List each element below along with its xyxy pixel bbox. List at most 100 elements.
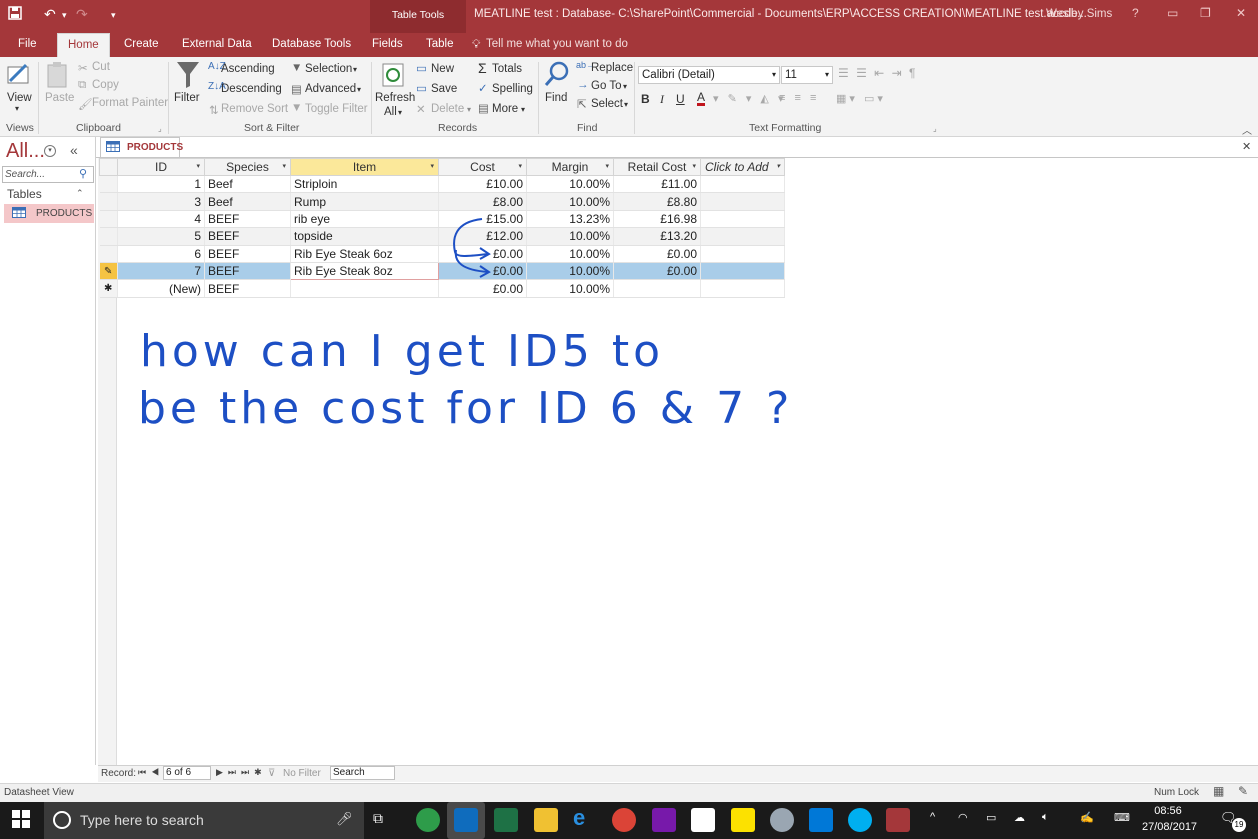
cell-cost[interactable]: £8.00	[438, 192, 527, 211]
spelling-button[interactable]: Spelling	[492, 83, 533, 95]
cell-empty[interactable]	[700, 192, 785, 211]
cell-margin[interactable]: 10.00%	[526, 279, 614, 298]
nav-pane-header[interactable]: All...	[6, 140, 45, 163]
new-record-button[interactable]: New	[431, 63, 454, 75]
font-name-combo[interactable]: Calibri (Detail) ▾	[638, 66, 780, 84]
column-dropdown-icon[interactable]: ▾	[605, 162, 609, 170]
customize-toolbar-icon[interactable]: ▾	[111, 10, 116, 21]
column-dropdown-icon[interactable]: ▾	[518, 162, 522, 170]
record-selector[interactable]	[99, 192, 118, 211]
replace-button[interactable]: Replace	[591, 62, 633, 74]
undo-icon[interactable]: ↶	[44, 6, 56, 23]
tab-database-tools[interactable]: Database Tools	[262, 33, 361, 57]
show-hidden-icons[interactable]: ^	[930, 811, 935, 823]
onedrive-icon[interactable]: ☁	[1014, 811, 1025, 824]
select-icon[interactable]: ⇱	[577, 97, 587, 111]
new-record-icon[interactable]: ▭	[416, 61, 427, 75]
cell-margin[interactable]: 10.00%	[526, 175, 614, 194]
ribbon-display-icon[interactable]: ▭	[1167, 6, 1178, 20]
cell-empty[interactable]	[700, 245, 785, 263]
cell-cost[interactable]: £0.00	[438, 262, 527, 281]
tab-fields[interactable]: Fields	[362, 33, 413, 57]
first-prev-record-icons[interactable]: ⏮◀	[138, 767, 164, 778]
save-record-icon[interactable]: ▭	[416, 81, 427, 95]
record-selector[interactable]	[99, 175, 118, 194]
cell-retail-cost[interactable]: £8.80	[613, 192, 701, 211]
column-header-species[interactable]: Species ▾	[204, 158, 291, 176]
cell-cost[interactable]: £10.00	[438, 175, 527, 194]
cell-id[interactable]: 4	[117, 210, 205, 229]
find-button[interactable]: Find	[545, 92, 567, 104]
record-selector[interactable]	[99, 227, 118, 246]
cell-empty[interactable]	[700, 175, 785, 194]
task-view-icon[interactable]: ⧉	[373, 810, 383, 827]
table-row[interactable]: 3 Beef Rump £8.00 10.00% £8.80	[99, 192, 785, 211]
taskbar-search-box[interactable]: Type here to search	[44, 802, 364, 839]
more-icon[interactable]: ▤	[478, 101, 489, 115]
column-dropdown-icon[interactable]: ▾	[692, 162, 696, 170]
underline-button[interactable]: U	[676, 92, 685, 106]
cell-empty[interactable]	[700, 279, 785, 298]
advanced-icon[interactable]: ▤	[291, 82, 302, 96]
cell-margin[interactable]: 10.00%	[526, 192, 614, 211]
app-icon-green[interactable]	[416, 808, 440, 832]
view-dropdown-icon[interactable]: ▾	[15, 104, 19, 113]
calculator-icon[interactable]	[691, 808, 715, 832]
totals-icon[interactable]: Σ	[478, 60, 487, 76]
cell-empty[interactable]	[700, 227, 785, 246]
filter-icon[interactable]	[176, 60, 200, 93]
refresh-all-button[interactable]: Refresh	[375, 92, 415, 104]
network-icon[interactable]: ◠	[958, 811, 968, 824]
clock-date[interactable]: 27/08/2017	[1142, 821, 1197, 833]
edge-icon[interactable]: e	[573, 805, 585, 831]
collapse-section-icon[interactable]: ⌃	[76, 188, 84, 199]
column-dropdown-icon[interactable]: ▾	[196, 162, 200, 170]
access-icon[interactable]	[886, 808, 910, 832]
tab-create[interactable]: Create	[114, 33, 169, 57]
refresh-dropdown-icon[interactable]: ▾	[398, 108, 402, 117]
cell-retail-cost[interactable]: £0.00	[613, 245, 701, 263]
view-icon[interactable]	[6, 61, 32, 92]
windows-start-icon[interactable]	[12, 810, 30, 831]
cell-item-active[interactable]: Rib Eye Steak 8oz	[290, 261, 439, 281]
select-button[interactable]: Select	[591, 98, 623, 110]
goto-button[interactable]: Go To	[591, 80, 621, 92]
cell-item[interactable]: Striploin	[290, 175, 439, 194]
chrome-icon[interactable]	[612, 808, 636, 832]
battery-icon[interactable]: ▭	[986, 811, 996, 824]
cell-id[interactable]: 6	[117, 245, 205, 263]
column-header-id[interactable]: ID ▾	[117, 158, 205, 176]
cell-margin[interactable]: 10.00%	[526, 245, 614, 263]
view-button[interactable]: View	[7, 92, 32, 104]
cell-retail-cost[interactable]: £16.98	[613, 210, 701, 229]
filter-button[interactable]: Filter	[174, 92, 200, 104]
tab-external-data[interactable]: External Data	[172, 33, 262, 57]
user-name[interactable]: Wesley Sims	[1046, 8, 1112, 20]
select-all-corner[interactable]	[99, 158, 118, 176]
selection-dropdown-icon[interactable]: ▾	[353, 65, 357, 74]
cell-cost[interactable]: £15.00	[438, 210, 527, 229]
cell-retail-cost[interactable]	[613, 279, 701, 298]
cell-margin[interactable]: 10.00%	[526, 262, 614, 281]
clipboard-launcher-icon[interactable]: ⌟	[158, 124, 162, 133]
cell-id[interactable]: 3	[117, 192, 205, 211]
app-icon-globe[interactable]	[770, 808, 794, 832]
cell-species[interactable]: BEEF	[204, 227, 291, 246]
advanced-dropdown-icon[interactable]: ▾	[357, 85, 361, 94]
cell-retail-cost[interactable]: £11.00	[613, 175, 701, 194]
gridline-icons[interactable]: ▦▾ ▭▾	[836, 92, 886, 105]
datasheet-view-icon[interactable]: ▦	[1213, 784, 1224, 798]
align-icons[interactable]: ≡ ≡ ≡	[779, 92, 819, 104]
outlook-icon[interactable]	[454, 808, 478, 832]
collapse-ribbon-icon[interactable]: ︿	[1242, 122, 1252, 137]
datasheet-table[interactable]: ID ▾ Species ▾ Item ▾ Cost ▾ Margin ▾ Retail …	[99, 158, 785, 298]
descending-button[interactable]: Descending	[221, 83, 282, 95]
notification-badge[interactable]: 19	[1232, 818, 1246, 832]
table-row[interactable]: 6 BEEF Rib Eye Steak 6oz £0.00 10.00% £0…	[99, 245, 785, 263]
cell-id[interactable]: (New)	[117, 279, 205, 298]
column-header-click-to-add[interactable]: Click to Add ▾	[700, 158, 785, 176]
onenote-icon[interactable]	[652, 808, 676, 832]
font-size-combo[interactable]: 11 ▾	[781, 66, 833, 84]
cell-item[interactable]	[290, 279, 439, 298]
save-icon[interactable]	[8, 6, 22, 23]
